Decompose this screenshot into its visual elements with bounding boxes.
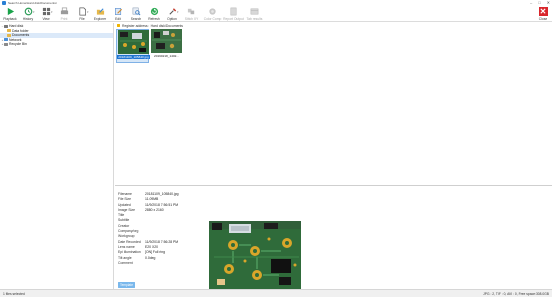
pane-splitter[interactable] bbox=[115, 185, 552, 186]
view-button[interactable]: ▾ View bbox=[37, 6, 55, 22]
report-icon bbox=[229, 7, 238, 16]
view-label: View bbox=[42, 17, 50, 21]
edit-icon bbox=[114, 7, 123, 16]
color-comp-button[interactable]: Color Comp bbox=[202, 6, 223, 22]
option-button[interactable]: ▾ Option bbox=[163, 6, 181, 22]
history-button[interactable]: ▾ History bbox=[19, 6, 37, 22]
print-icon bbox=[60, 7, 69, 16]
network-icon bbox=[4, 38, 8, 42]
register-icon bbox=[117, 24, 120, 27]
search-button[interactable]: Search bbox=[127, 6, 145, 22]
thumbnail-image bbox=[118, 30, 149, 54]
tab-results-icon bbox=[250, 7, 259, 16]
playback-button[interactable]: Playback bbox=[1, 6, 19, 22]
print-button[interactable]: Print bbox=[55, 6, 73, 22]
thumbnail-item[interactable]: 20190218_1402... bbox=[150, 29, 183, 63]
close-label: Close bbox=[538, 17, 548, 21]
history-icon: ▾ bbox=[24, 7, 35, 16]
edit-label: Edit bbox=[115, 17, 121, 21]
folder-icon bbox=[7, 33, 11, 37]
edit-button[interactable]: Edit bbox=[109, 6, 127, 22]
report-output-button[interactable]: Report Output bbox=[223, 6, 244, 22]
property-value: 0.0deg bbox=[145, 255, 156, 260]
explorer-icon bbox=[96, 7, 105, 16]
color-comp-label: Color Comp bbox=[203, 17, 222, 21]
close-button[interactable]: ✕ Close bbox=[535, 6, 551, 22]
property-value: 2880 x 2160 bbox=[145, 207, 164, 212]
stitch-xy-button[interactable]: Stitch XY bbox=[181, 6, 202, 22]
report-output-label: Report Output bbox=[223, 17, 244, 21]
property-row: Comment bbox=[118, 261, 208, 266]
file-button[interactable]: ▾ File bbox=[73, 6, 91, 22]
property-key: Comment bbox=[118, 260, 133, 265]
thumbnail-image bbox=[151, 29, 182, 53]
status-selection: 1 files selected bbox=[3, 291, 25, 296]
image-preview bbox=[209, 221, 301, 290]
explorer-label: Explorer bbox=[93, 17, 107, 21]
view-icon: ▾ bbox=[42, 7, 53, 16]
thumbnail-caption: 20190218_1402... bbox=[154, 54, 179, 58]
refresh-button[interactable]: Refresh bbox=[145, 6, 163, 22]
refresh-icon bbox=[150, 7, 159, 16]
drive-icon bbox=[4, 24, 8, 28]
toolbar: Playback ▾ History ▾ View Print ▾ File E… bbox=[0, 6, 552, 22]
file-label: File bbox=[79, 17, 85, 21]
property-list: Filename 20181109_105840.jpg File Size 11.0… bbox=[118, 192, 208, 266]
close-icon: ✕ bbox=[538, 7, 548, 16]
recycle-bin-icon bbox=[4, 42, 8, 46]
tab-results-label: Tab results bbox=[246, 17, 263, 21]
address-label: Register address: bbox=[122, 23, 149, 28]
thumbnail-caption: 20181109_105840.jpg bbox=[117, 55, 150, 59]
file-info-panel: Filename 20181109_105840.jpg File Size 11.0… bbox=[115, 192, 552, 290]
file-icon: ▾ bbox=[78, 7, 89, 16]
thumbnail-grid: 20181109_105840.jpg 20190218_1402... bbox=[115, 28, 552, 185]
explorer-button[interactable]: Explorer bbox=[91, 6, 109, 22]
play-icon bbox=[6, 7, 15, 16]
folder-icon bbox=[7, 29, 11, 33]
content-pane: Register address: Hard disk\Documents 20… bbox=[115, 23, 552, 290]
app-icon bbox=[2, 1, 6, 5]
window-title: Search Home\Hard disk\Documents\ bbox=[8, 1, 57, 5]
refresh-label: Refresh bbox=[148, 17, 160, 21]
history-label: History bbox=[22, 17, 34, 21]
color-comp-icon bbox=[208, 7, 217, 16]
status-summary: JPG : 2, TIF : 0, AVI : 0, Free space:30… bbox=[483, 291, 549, 296]
tab-results-button[interactable]: Tab results bbox=[244, 6, 265, 22]
tree-item-recycle-bin[interactable]: + Recycle Bin bbox=[0, 42, 113, 47]
print-label: Print bbox=[60, 17, 68, 21]
address-path: Hard disk\Documents bbox=[150, 23, 183, 28]
playback-label: Playback bbox=[3, 17, 17, 21]
tree-item-label: Recycle Bin bbox=[9, 42, 27, 46]
template-button[interactable]: Template bbox=[118, 282, 135, 288]
stitch-icon bbox=[187, 7, 196, 16]
folder-tree: − Hard disk Data folder Documents + Netw… bbox=[0, 23, 114, 289]
status-bar: 1 files selected JPG : 2, TIF : 0, AVI :… bbox=[0, 289, 552, 297]
option-label: Option bbox=[167, 17, 177, 21]
thumbnail-item-selected[interactable]: 20181109_105840.jpg bbox=[116, 29, 150, 63]
stitch-xy-label: Stitch XY bbox=[184, 17, 199, 21]
option-icon: ▾ bbox=[168, 7, 179, 16]
search-icon bbox=[132, 7, 141, 16]
search-label: Search bbox=[130, 17, 142, 21]
